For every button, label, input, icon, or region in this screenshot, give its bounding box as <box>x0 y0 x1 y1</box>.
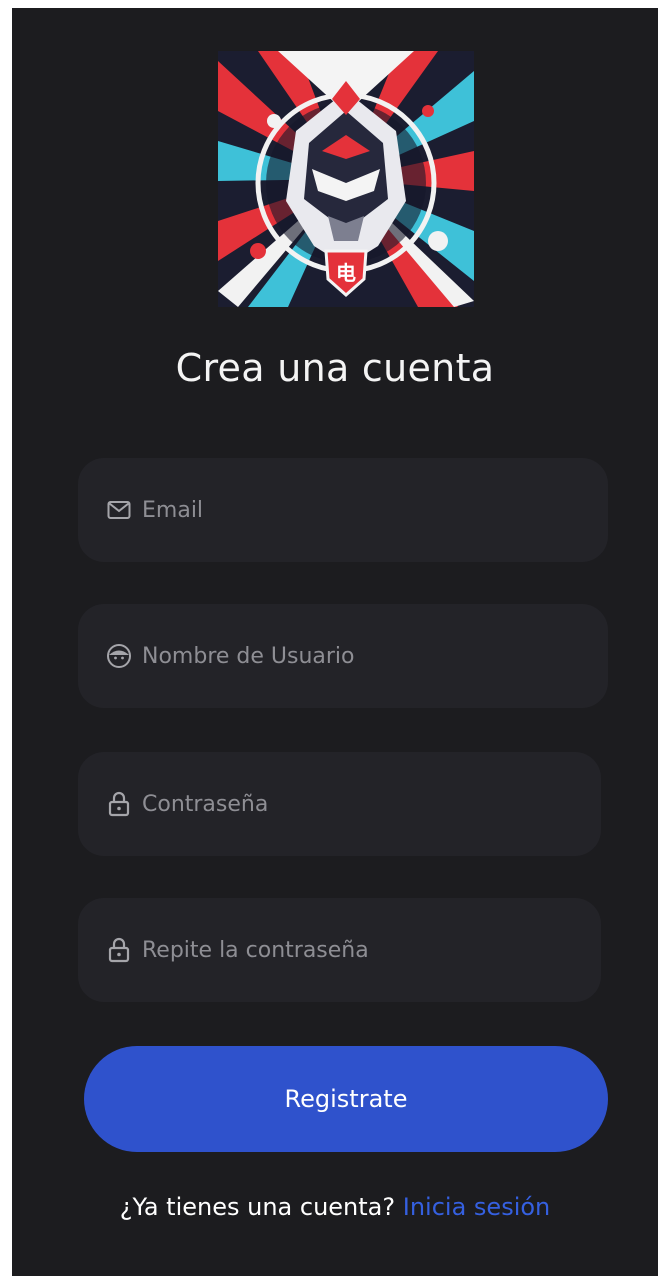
app-logo: 电 <box>218 51 474 307</box>
svg-text:电: 电 <box>336 261 356 285</box>
email-input[interactable] <box>142 497 562 523</box>
username-input[interactable] <box>142 643 562 669</box>
register-screen: 电 Crea una cuenta Email Nombre de Usuari… <box>12 8 658 1276</box>
password-field[interactable] <box>78 752 601 856</box>
login-prompt-text: ¿Ya tienes una cuenta? <box>119 1193 396 1221</box>
email-field[interactable] <box>78 458 608 562</box>
confirm-password-input[interactable] <box>142 937 562 963</box>
page-title: Crea una cuenta <box>175 346 495 390</box>
login-link[interactable]: Inicia sesión <box>403 1193 551 1221</box>
login-prompt: ¿Ya tienes una cuenta? Inicia sesión <box>12 1193 658 1221</box>
confirm-password-field[interactable] <box>78 898 601 1002</box>
robot-mask-logo-icon: 电 <box>218 51 474 307</box>
password-input[interactable] <box>142 791 562 817</box>
lock-icon <box>104 789 134 819</box>
register-button[interactable]: Registrate <box>84 1046 608 1152</box>
lock-icon <box>104 935 134 965</box>
mail-icon <box>104 495 134 525</box>
user-face-icon <box>104 641 134 671</box>
username-field[interactable] <box>78 604 608 708</box>
